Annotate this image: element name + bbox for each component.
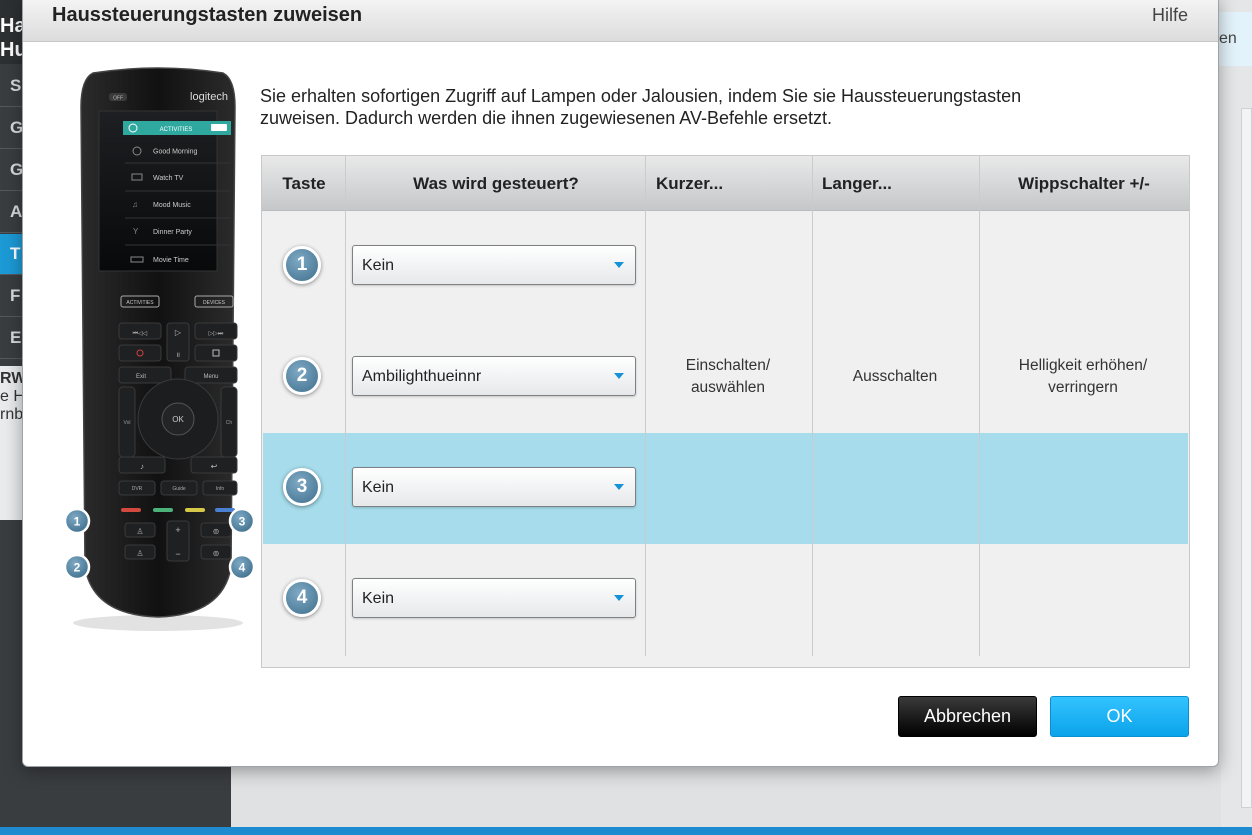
background-bottom-bar — [0, 827, 1252, 835]
button-number-badge: 1 — [283, 246, 321, 284]
button-number-badge: 4 — [283, 579, 321, 617]
guide-key-label: Guide — [172, 486, 186, 492]
plug-icon: ⊚ — [213, 527, 220, 536]
column-divider — [979, 156, 980, 656]
device-select-value: Kein — [362, 590, 395, 607]
red-key — [121, 508, 141, 512]
device-select[interactable]: Kein — [352, 245, 636, 285]
callout-number: 4 — [239, 561, 246, 575]
green-key — [153, 508, 173, 512]
activities-button-label: ACTIVITIES — [126, 300, 154, 306]
remote-logo-text: logitech — [190, 91, 228, 103]
battery-icon — [211, 124, 227, 131]
lamp-icon: ♙ — [136, 549, 143, 558]
help-link[interactable]: Hilfe — [1152, 5, 1188, 26]
devices-button-label: DEVICES — [203, 300, 226, 306]
button-number-badge: 2 — [283, 357, 321, 395]
background-right-area: en — [1219, 0, 1252, 835]
assign-home-buttons-dialog: Haussteuerungstasten zuweisen Hilfe Sie … — [22, 0, 1219, 767]
channel-label: Ch — [226, 420, 233, 426]
device-select-value: Ambilighthueinnr — [362, 368, 482, 385]
mute-icon: ♪ — [140, 462, 144, 471]
button-number-badge: 3 — [283, 468, 321, 506]
column-divider — [645, 156, 646, 656]
background-right-panel — [1241, 108, 1252, 808]
plus-icon: + — [175, 525, 180, 535]
background-bottom-area — [231, 765, 1221, 827]
rewind-icon: ⏮◁◁ — [133, 331, 148, 337]
callout-number: 2 — [74, 561, 81, 575]
callout-number: 3 — [239, 515, 246, 529]
column-header-rocker: Wippschalter +/- — [1018, 174, 1150, 193]
lamp-icon: ♙ — [136, 527, 143, 536]
fast-forward-icon: ▷▷⏭ — [209, 331, 224, 337]
volume-label: Vol — [124, 420, 131, 426]
chevron-down-icon — [614, 373, 624, 379]
rocker-action: Helligkeit erhöhen/ verringern — [1018, 357, 1148, 396]
info-key-label: Info — [216, 486, 225, 492]
screen-header-label: ACTIVITIES — [160, 127, 193, 133]
menu-key-label: Menu — [203, 374, 218, 380]
screen-item: Dinner Party — [153, 229, 192, 236]
column-header-key: Taste — [282, 174, 326, 193]
minus-icon: − — [175, 549, 180, 559]
background-right-tab: en — [1219, 12, 1252, 66]
column-header-long-press: Langer... — [822, 174, 892, 193]
back-icon: ↩ — [211, 462, 218, 471]
play-icon: ▷ — [175, 328, 182, 337]
blue-key — [215, 508, 235, 512]
assignment-table: Taste Was wird gesteuert? Kurzer... Lang… — [261, 155, 1190, 668]
music-note-icon: ♫ — [132, 200, 138, 209]
remote-image: OFF logitech ACTIVITIES Good Morning Wat… — [63, 67, 256, 631]
screen-item: Good Morning — [153, 149, 197, 156]
chevron-down-icon — [614, 484, 624, 490]
remote-power-label: OFF — [113, 96, 123, 102]
ok-key-label: OK — [172, 415, 184, 424]
column-divider — [812, 156, 813, 656]
device-select[interactable]: Kein — [352, 467, 636, 507]
yellow-key — [185, 508, 205, 512]
dialog-intro-text: Sie erhalten sofortigen Zugriff auf Lamp… — [260, 85, 1140, 129]
device-select-value: Kein — [362, 257, 395, 274]
ok-button[interactable]: OK — [1050, 696, 1189, 737]
column-header-short-press: Kurzer... — [656, 174, 724, 193]
exit-key-label: Exit — [136, 374, 146, 380]
plug-icon: ⊚ — [213, 549, 220, 558]
long-press-action: Ausschalten — [852, 368, 938, 385]
device-select[interactable]: Kein — [352, 578, 636, 618]
column-header-controlled: Was wird gesteuert? — [413, 174, 579, 193]
screen-item: Watch TV — [153, 175, 184, 182]
remote-key — [118, 344, 162, 362]
callout-number: 1 — [74, 515, 81, 529]
table-header: Taste Was wird gesteuert? Kurzer... Lang… — [262, 156, 1189, 211]
short-press-action: Einschalten/ auswählen — [685, 357, 771, 396]
column-divider — [345, 156, 346, 656]
remote-key — [194, 344, 238, 362]
dvr-key-label: DVR — [132, 486, 143, 492]
pause-icon: ॥ — [176, 352, 180, 359]
device-select[interactable]: Ambilighthueinnr — [352, 356, 636, 396]
cancel-button[interactable]: Abbrechen — [898, 696, 1037, 737]
dialog-title: Haussteuerungstasten zuweisen — [52, 4, 363, 26]
device-select-value: Kein — [362, 479, 395, 496]
screen-item: Mood Music — [153, 202, 191, 209]
intro-line: Sie erhalten sofortigen Zugriff auf Lamp… — [260, 86, 1022, 106]
intro-line: zuweisen. Dadurch werden die ihnen zugew… — [260, 108, 833, 128]
dialog-header: Haussteuerungstasten zuweisen Hilfe — [23, 0, 1218, 42]
remote-illustration: OFF logitech ACTIVITIES Good Morning Wat… — [63, 67, 256, 637]
chevron-down-icon — [614, 262, 624, 268]
chevron-down-icon — [614, 595, 624, 601]
screen-item: Movie Time — [153, 257, 189, 264]
cocktail-icon: Y — [133, 227, 139, 236]
